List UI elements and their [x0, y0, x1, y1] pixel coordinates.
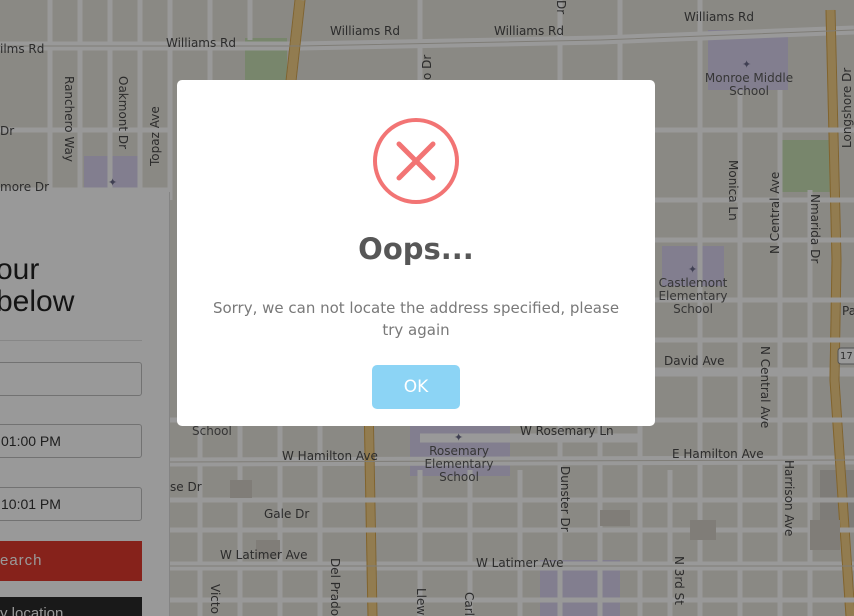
dialog-title: Oops... — [358, 232, 474, 266]
ok-button[interactable]: OK — [372, 365, 460, 409]
error-x-icon — [372, 117, 460, 205]
error-dialog: Oops... Sorry, we can not locate the add… — [177, 80, 655, 426]
dialog-message: Sorry, we can not locate the address spe… — [212, 299, 620, 339]
